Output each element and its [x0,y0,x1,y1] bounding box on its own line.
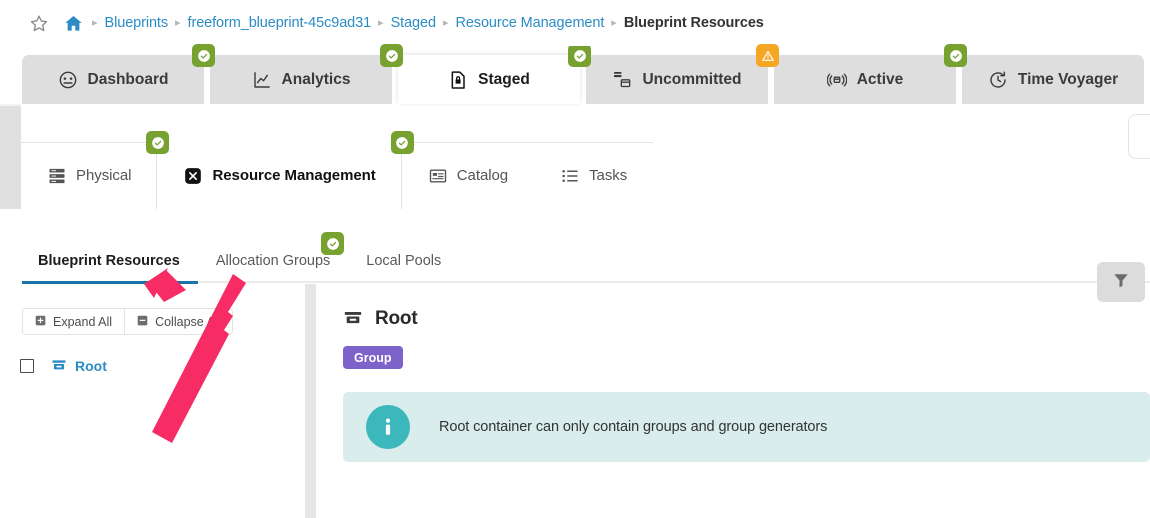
tasks-list-icon [560,166,580,186]
tab-tasks[interactable]: Tasks [534,142,653,209]
tab-analytics[interactable]: Analytics [210,55,392,104]
collapse-all-label: Collapse All [155,315,220,329]
tree-node-root[interactable]: Root [20,356,107,376]
breadcrumb-separator: ▸ [85,18,105,29]
tab-time-voyager[interactable]: Time Voyager [962,55,1144,104]
panel-splitter[interactable] [305,284,316,518]
breadcrumb-separator: ▸ [371,18,391,29]
tab-blueprint-resources[interactable]: Blueprint Resources [22,237,198,284]
status-badge-ok [944,44,967,67]
main-content: Expand All Collapse All [0,284,1150,518]
detail-header: Root [343,284,1150,330]
tab-staged[interactable]: Staged [398,55,580,104]
favorite-star-icon[interactable] [30,14,48,32]
tab-active-label: Active [857,71,904,89]
tab-blueprint-resources-label: Blueprint Resources [38,253,180,269]
status-badge-ok [146,131,169,154]
tab-staged-label: Staged [478,71,530,89]
group-container-icon [51,358,67,374]
home-icon[interactable] [64,14,83,33]
page-title: Root [375,308,417,330]
status-badge-warning [756,44,779,67]
history-clock-icon [988,70,1008,90]
expand-all-label: Expand All [53,315,112,329]
tab-active[interactable]: Active [774,55,956,104]
tab-local-pools[interactable]: Local Pools [348,237,459,284]
breadcrumb-separator: ▸ [604,18,624,29]
tab-local-pools-label: Local Pools [366,253,441,269]
primary-tab-bar: Dashboard Analytics [0,46,1150,104]
tree-node-checkbox[interactable] [20,359,34,373]
tree-toolbar: Expand All Collapse All [22,308,233,335]
status-badge-ok [321,232,344,255]
resource-detail-panel: Root Group Root container can only conta… [316,284,1150,518]
uncommitted-box-icon [612,70,632,90]
tab-physical-label: Physical [76,167,131,184]
tab-tasks-label: Tasks [589,167,627,184]
tab-allocation-groups[interactable]: Allocation Groups [198,237,348,284]
secondary-tab-bar-left-gutter [0,104,21,209]
collapse-all-button[interactable]: Collapse All [124,309,232,334]
server-rack-icon [47,166,67,186]
info-icon [366,405,410,449]
tab-uncommitted[interactable]: Uncommitted [586,55,768,104]
plus-square-icon [35,315,53,329]
app-root: ▸ Blueprints ▸ freeform_blueprint-45c9ad… [0,0,1150,518]
status-badge-ok [380,44,403,67]
staged-file-lock-icon [448,70,468,90]
minus-square-icon [137,315,155,329]
tab-analytics-label: Analytics [282,71,351,89]
tab-top-border [402,142,534,143]
filter-funnel-icon [1112,271,1130,294]
gutter-highlight [0,104,21,106]
tree-node-root-label: Root [75,358,107,374]
secondary-tab-bar: Physical Resource Management [0,104,1150,209]
breadcrumb-item-current: Blueprint Resources [624,15,764,31]
chart-line-icon [252,70,272,90]
status-badge-ok [568,44,591,67]
breadcrumb-item-resource-management[interactable]: Resource Management [455,15,604,31]
tab-uncommitted-label: Uncommitted [642,71,741,89]
expand-all-button[interactable]: Expand All [23,309,124,334]
info-banner-message: Root container can only contain groups a… [439,419,827,435]
status-badge-ok [391,131,414,154]
active-broadcast-icon [827,70,847,90]
status-badge-group-type: Group [343,346,403,369]
breadcrumb-item-blueprint-id[interactable]: freeform_blueprint-45c9ad31 [188,15,372,31]
breadcrumb: ▸ Blueprints ▸ freeform_blueprint-45c9ad… [0,0,1150,46]
group-container-icon [343,309,363,329]
filter-button[interactable] [1097,262,1145,302]
tab-dashboard-label: Dashboard [88,71,169,89]
tab-catalog[interactable]: Catalog [402,142,534,209]
right-panel-notch [1128,114,1150,159]
tab-catalog-label: Catalog [457,167,508,184]
tab-time-voyager-label: Time Voyager [1018,71,1118,89]
info-banner: Root container can only contain groups a… [343,392,1150,462]
tertiary-tab-bar: Blueprint Resources Allocation Groups Lo… [0,209,1150,284]
resource-tree-panel: Expand All Collapse All [0,284,305,518]
tab-dashboard[interactable]: Dashboard [22,55,204,104]
status-badge-ok [192,44,215,67]
catalog-card-icon [428,166,448,186]
tab-resource-management-label: Resource Management [212,167,375,184]
tab-physical[interactable]: Physical [21,142,157,209]
tab-top-border [534,142,653,143]
breadcrumb-item-blueprints[interactable]: Blueprints [105,15,168,31]
dashboard-gauge-icon [58,70,78,90]
resource-management-icon [183,166,203,186]
breadcrumb-separator: ▸ [436,18,456,29]
breadcrumb-item-staged[interactable]: Staged [391,15,436,31]
tab-resource-management[interactable]: Resource Management [157,142,401,209]
breadcrumb-separator: ▸ [168,18,188,29]
tab-top-border [21,142,157,143]
tab-allocation-groups-label: Allocation Groups [216,253,330,269]
